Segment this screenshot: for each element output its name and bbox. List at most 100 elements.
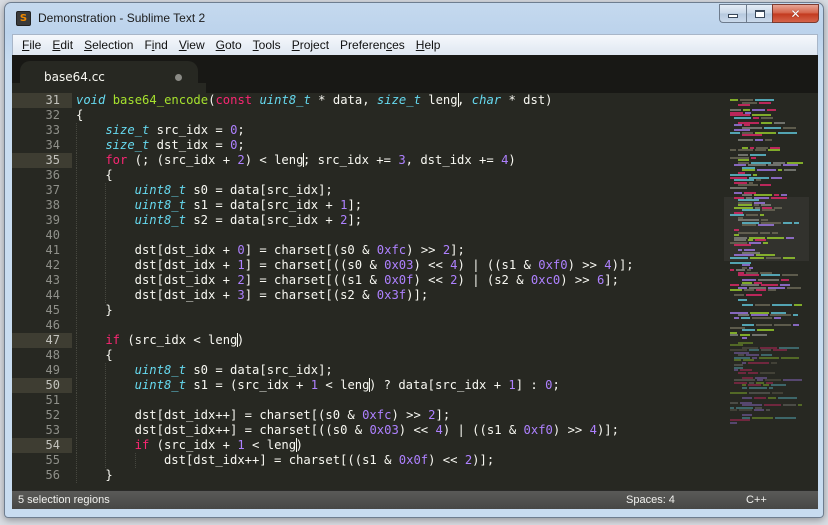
code-line[interactable]: }	[72, 303, 722, 318]
line-number: 35	[12, 153, 72, 168]
code-line[interactable]: uint8_t s2 = data[src_idx + 2];	[72, 213, 722, 228]
code-line[interactable]: uint8_t s1 = (src_idx + 1 < leng) ? data…	[72, 378, 722, 393]
code-text-token: ];	[347, 213, 363, 227]
line-number: 50	[12, 378, 72, 393]
storage-type-token: uint8_t	[134, 198, 186, 212]
indent-guide	[76, 168, 77, 183]
storage-type-token: size_t	[376, 93, 421, 107]
code-text-token: dst[dst_idx +	[134, 243, 238, 257]
code-text-token: ];	[604, 273, 619, 287]
minimap-line	[742, 304, 753, 306]
menu-preferences[interactable]: Preferences	[335, 35, 411, 55]
code-text-token: leng	[420, 93, 458, 107]
indent-guide	[105, 273, 107, 288]
code-line[interactable]: size_t dst_idx = 0;	[72, 138, 722, 153]
code-text-token: dst[dst_idx +	[134, 288, 238, 302]
code-text-token: < leng	[318, 378, 370, 392]
code-line[interactable]: if (src_idx < leng)	[72, 333, 722, 348]
indent-guide	[76, 348, 77, 363]
code-text-token: ] = charset[((s0 &	[244, 258, 385, 272]
code-line[interactable]	[72, 228, 722, 243]
code-line[interactable]: uint8_t s1 = data[src_idx + 1];	[72, 198, 722, 213]
code-line[interactable]: }	[72, 468, 722, 483]
minimap-line	[781, 279, 789, 281]
code-line[interactable]: {	[72, 168, 722, 183]
code-line[interactable]: uint8_t s0 = data[src_idx];	[72, 183, 722, 198]
minimap-line	[734, 244, 751, 246]
unsaved-dot-icon[interactable]	[175, 74, 182, 81]
minimap[interactable]	[724, 93, 809, 490]
menu-find[interactable]: Find	[139, 35, 173, 55]
maximize-button[interactable]	[746, 4, 772, 23]
code-line[interactable]: dst[dst_idx++] = charset[(s0 & 0xfc) >> …	[72, 408, 722, 423]
menu-goto[interactable]: Goto	[211, 35, 248, 55]
code-line[interactable]: size_t src_idx = 0;	[72, 123, 722, 138]
indent-guide	[76, 228, 77, 243]
code-text-token: dst[dst_idx++] = charset[((s0 &	[134, 423, 370, 437]
code-line[interactable]: dst[dst_idx + 1] = charset[((s0 & 0x03) …	[72, 258, 722, 273]
code-line[interactable]: uint8_t s0 = data[src_idx];	[72, 363, 722, 378]
minimap-line	[760, 184, 771, 186]
minimize-button[interactable]	[719, 4, 746, 23]
number-token: 3	[237, 288, 245, 302]
menu-project[interactable]: Project	[287, 35, 335, 55]
minimap-line	[730, 401, 738, 404]
code-line[interactable]: dst[dst_idx++] = charset[((s1 & 0x0f) <<…	[72, 453, 722, 468]
code-text-token: )];	[596, 423, 619, 437]
menu-edit[interactable]: Edit	[47, 35, 79, 55]
tab-base64-cc[interactable]: base64.cc	[12, 61, 206, 93]
number-token: 0x0f	[384, 273, 414, 287]
minimap-line	[734, 191, 742, 194]
indent-guide	[105, 453, 107, 468]
code-line[interactable]	[72, 393, 722, 408]
code-line[interactable]: if (src_idx + 1 < leng)	[72, 438, 722, 453]
line-number: 38	[45, 198, 60, 212]
code-line[interactable]: dst[dst_idx++] = charset[((s0 & 0x03) <<…	[72, 423, 722, 438]
code-line[interactable]: for (; (src_idx + 2) < leng; src_idx += …	[72, 153, 722, 168]
storage-type-token: size_t	[105, 123, 150, 137]
close-button[interactable]: ✕	[772, 4, 819, 23]
menu-file[interactable]: File	[17, 35, 47, 55]
code-line[interactable]: {	[72, 348, 722, 363]
status-selection-info: 5 selection regions	[18, 494, 110, 506]
code-text-token: ) < leng	[244, 153, 304, 167]
minimap-line	[774, 206, 782, 209]
title-bar[interactable]: S Demonstration - Sublime Text 2 ✕	[5, 3, 823, 33]
status-indentation[interactable]: Spaces: 4	[626, 494, 675, 506]
code-line[interactable]: {	[72, 108, 722, 123]
line-number: 32	[45, 108, 60, 122]
code-text-token: ) >>	[552, 423, 590, 437]
keyword-token: const	[215, 93, 253, 107]
menu-help[interactable]: Help	[411, 35, 447, 55]
number-token: 2	[450, 273, 458, 287]
code-line[interactable]	[72, 318, 722, 333]
indent-guide	[76, 183, 77, 198]
minimap-line	[769, 386, 773, 389]
code-text-token: ) | ((s1 &	[442, 423, 524, 437]
code-line[interactable]: dst[dst_idx + 0] = charset[(s0 & 0xfc) >…	[72, 243, 722, 258]
code-line[interactable]: dst[dst_idx + 3] = charset[(s2 & 0x3f)];	[72, 288, 722, 303]
sublime-app-icon[interactable]: S	[16, 11, 31, 26]
menu-view[interactable]: View	[174, 35, 211, 55]
line-number: 45	[45, 303, 60, 317]
code-line[interactable]: void base64_encode(const uint8_t * data,…	[72, 93, 722, 108]
minimap-line	[774, 316, 781, 319]
menu-tools[interactable]: Tools	[248, 35, 287, 55]
menu-selection[interactable]: Selection	[79, 35, 139, 55]
code-text-token: )];	[472, 453, 495, 467]
code-text-token: ,	[457, 93, 472, 107]
minimap-line	[778, 131, 797, 134]
number-token: 2	[237, 153, 245, 167]
storage-type-token: uint8_t	[259, 93, 311, 107]
code-line[interactable]: dst[dst_idx + 2] = charset[((s1 & 0x0f) …	[72, 273, 722, 288]
code-text-token: s0 = data[src_idx];	[186, 183, 333, 197]
minimap-line	[754, 409, 764, 411]
line-number: 36	[45, 168, 60, 182]
vertical-scrollbar[interactable]	[810, 93, 818, 490]
minimap-line	[730, 409, 737, 411]
status-syntax[interactable]: C++	[746, 494, 767, 506]
code-area[interactable]: void base64_encode(const uint8_t * data,…	[72, 93, 722, 490]
indent-guide	[105, 363, 107, 378]
window-controls: ✕	[719, 4, 819, 24]
